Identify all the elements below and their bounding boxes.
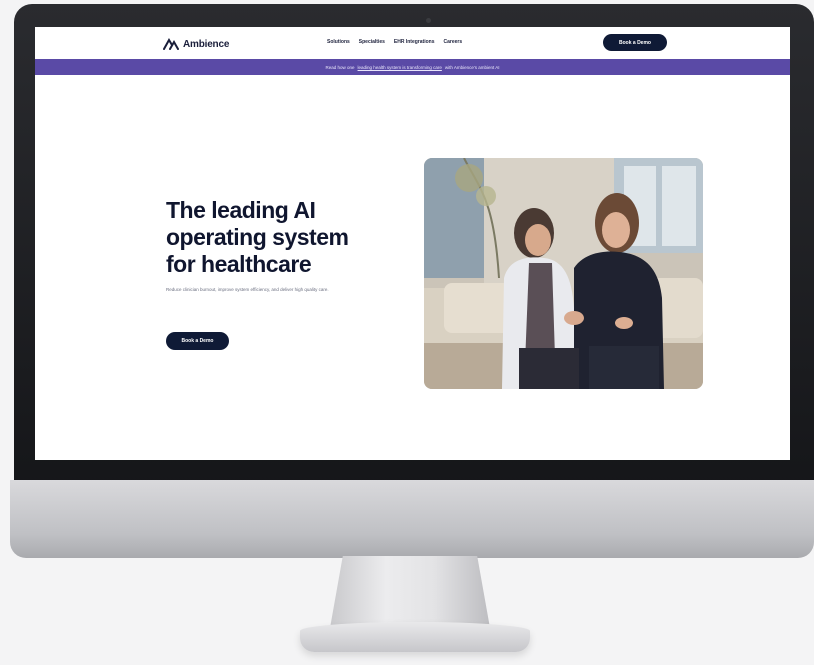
hero-title-line: The leading AI bbox=[166, 197, 316, 223]
clinician-patient-photo bbox=[424, 158, 703, 389]
book-demo-button-hero[interactable]: Book a Demo bbox=[166, 332, 229, 350]
hero-title-line: operating system bbox=[166, 224, 349, 250]
announcement-bar: Read how one leading health system is tr… bbox=[35, 59, 790, 75]
hero-photo bbox=[424, 158, 703, 389]
book-demo-button-nav[interactable]: Book a Demo bbox=[603, 34, 667, 51]
site-header: Ambience Solutions Specialties EHR Integ… bbox=[35, 27, 790, 59]
hero-subtitle: Reduce clinician burnout, improve system… bbox=[166, 287, 329, 292]
announcement-prefix: Read how one bbox=[325, 64, 355, 70]
hero-copy: The leading AI operating system for heal… bbox=[166, 197, 396, 293]
hero-title: The leading AI operating system for heal… bbox=[166, 197, 396, 278]
nav-solutions[interactable]: Solutions bbox=[327, 39, 350, 45]
announcement-link[interactable]: leading health system is transforming ca… bbox=[358, 65, 442, 70]
monitor-stand-base bbox=[300, 622, 530, 652]
nav-specialties[interactable]: Specialties bbox=[359, 39, 385, 45]
nav-ehr-integrations[interactable]: EHR Integrations bbox=[394, 39, 435, 45]
monitor-screen: Ambience Solutions Specialties EHR Integ… bbox=[35, 27, 790, 460]
monitor-chin bbox=[10, 480, 814, 558]
nav-careers[interactable]: Careers bbox=[443, 39, 462, 45]
announcement-suffix: with Ambience's ambient AI bbox=[444, 64, 500, 70]
monitor-stand bbox=[330, 556, 490, 628]
ambience-logo-icon bbox=[163, 38, 179, 50]
site-logo[interactable]: Ambience bbox=[163, 37, 229, 51]
camera-icon bbox=[426, 18, 431, 23]
hero-title-line: for healthcare bbox=[166, 251, 312, 277]
main-nav: Solutions Specialties EHR Integrations C… bbox=[327, 39, 462, 45]
brand-name: Ambience bbox=[183, 38, 230, 50]
